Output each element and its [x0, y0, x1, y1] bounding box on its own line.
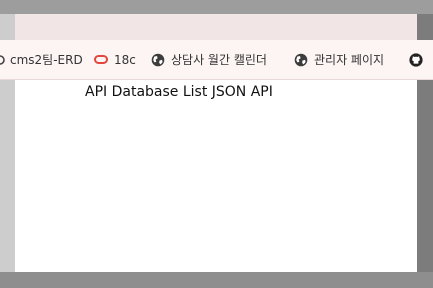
- bookmark-label: 상담사 월간 캘린더: [171, 53, 267, 67]
- bookmark-18c[interactable]: 18c: [94, 40, 136, 79]
- oracle-icon: [94, 53, 108, 67]
- window-titlebar: [15, 14, 417, 40]
- bookmark-github[interactable]: [409, 40, 423, 79]
- bookmark-label: 관리자 페이지: [314, 53, 385, 67]
- page-content: [15, 80, 417, 272]
- globe-icon: [151, 53, 165, 67]
- bookmark-icon: [0, 53, 6, 67]
- top-dim-strip: [0, 0, 433, 14]
- bookmark-label: cms2팀-ERD: [10, 53, 83, 67]
- page-heading: API Database List JSON API: [85, 84, 273, 100]
- bookmark-label: 18c: [114, 52, 136, 67]
- bookmarks-bar: cms2팀-ERD 18c 상담사 월간 캘린더 관리자 페이지: [0, 40, 433, 80]
- bookmark-counselor-calendar[interactable]: 상담사 월간 캘린더: [151, 40, 267, 79]
- bookmark-admin-page[interactable]: 관리자 페이지: [294, 40, 384, 79]
- bookmark-cms2-erd[interactable]: cms2팀-ERD: [0, 40, 83, 79]
- bottom-dim-strip: [0, 272, 433, 288]
- globe-icon: [294, 53, 308, 67]
- github-icon: [409, 52, 423, 67]
